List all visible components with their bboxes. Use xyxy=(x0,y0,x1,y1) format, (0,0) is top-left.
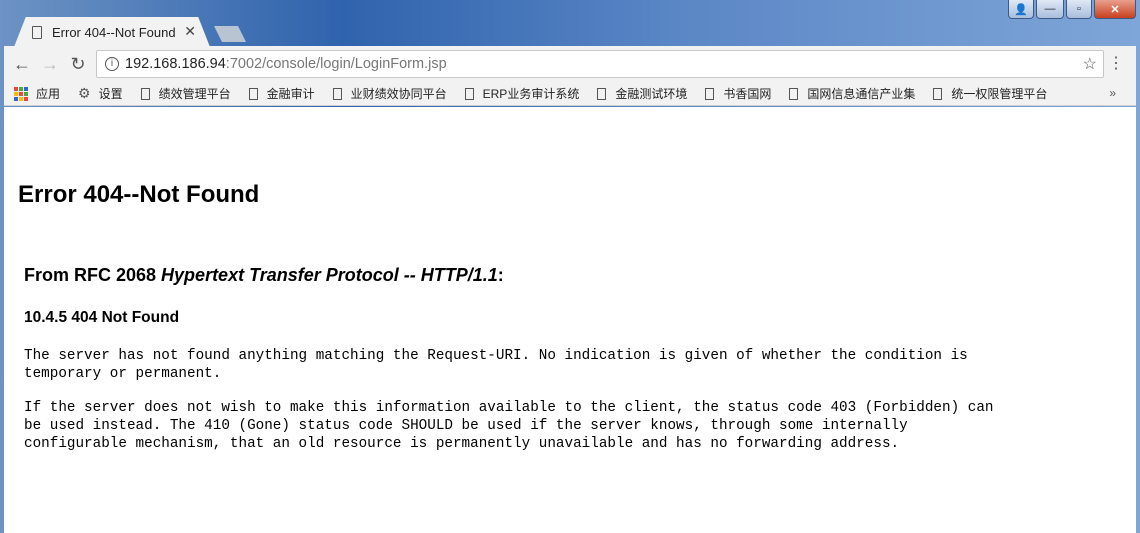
bookmark[interactable]: 国网信息通信产业集 xyxy=(789,85,915,102)
back-icon[interactable]: ← xyxy=(8,54,36,75)
minimize-button[interactable]: — xyxy=(1036,0,1064,19)
tab-active[interactable]: Error 404--Not Found ✕ xyxy=(14,17,210,47)
bookmark[interactable]: 金融测试环境 xyxy=(597,85,687,102)
bookmark-apps[interactable]: 应用 xyxy=(14,85,60,102)
address-bar[interactable]: i 192.168.186.94:7002/console/login/Logi… xyxy=(96,50,1104,78)
bookmark-label: 金融测试环境 xyxy=(615,87,688,101)
bookmark-label: 国网信息通信产业集 xyxy=(807,87,916,101)
bookmark-label: 应用 xyxy=(36,87,61,101)
bookmarks-bar: 应用 ⚙ 设置 绩效管理平台 金融审计 业财绩效协同平台 ERP业务审计系统 金融… xyxy=(4,82,1136,106)
page-content: Error 404--Not Found From RFC 2068 Hyper… xyxy=(4,107,1136,533)
bookmark[interactable]: 书香国网 xyxy=(705,85,771,102)
url-path: :7002/console/login/LoginForm.jsp xyxy=(225,56,447,72)
bookmark-label: 金融审计 xyxy=(266,87,315,101)
page-icon xyxy=(464,87,474,100)
gear-icon: ⚙ xyxy=(78,85,91,101)
rfc-prefix: From RFC 2068 xyxy=(24,265,162,285)
bookmark[interactable]: 业财绩效协同平台 xyxy=(332,85,447,102)
close-window-button[interactable]: ✕ xyxy=(1094,0,1136,19)
bookmark-label: 书香国网 xyxy=(723,87,772,101)
bookmark-label: 设置 xyxy=(98,87,123,101)
page-icon xyxy=(933,87,943,100)
paragraph-1: The server has not found anything matchi… xyxy=(24,348,968,382)
page-icon xyxy=(140,87,150,100)
bookmark[interactable]: 统一权限管理平台 xyxy=(933,85,1047,102)
page-icon xyxy=(597,87,607,100)
bookmark-label: 业财绩效协同平台 xyxy=(350,87,447,101)
rfc-title: Hypertext Transfer Protocol -- HTTP/1.1 xyxy=(161,265,498,285)
page-icon xyxy=(789,87,799,100)
page-icon xyxy=(705,87,715,100)
page-icon xyxy=(32,25,42,39)
tab-title: Error 404--Not Found xyxy=(52,24,176,40)
rfc-suffix: : xyxy=(497,265,504,285)
maximize-button[interactable]: ▫ xyxy=(1066,0,1092,19)
new-tab-button[interactable] xyxy=(214,26,246,42)
bookmarks-overflow-button[interactable]: » xyxy=(1109,86,1116,100)
rfc-heading: From RFC 2068 Hypertext Transfer Protoco… xyxy=(24,265,504,286)
bookmark-label: 绩效管理平台 xyxy=(158,87,231,101)
apps-icon xyxy=(14,86,28,101)
url-host: 192.168.186.94 xyxy=(125,56,226,72)
title-bar: Error 404--Not Found ✕ 👤 — ▫ ✕ xyxy=(0,0,1140,47)
bookmark-star-icon[interactable]: ☆ xyxy=(1083,54,1097,74)
bookmark-label: 统一权限管理平台 xyxy=(951,87,1048,101)
bookmark[interactable]: 金融审计 xyxy=(248,85,315,102)
section-heading: 10.4.5 404 Not Found xyxy=(24,309,180,326)
bookmark-settings[interactable]: ⚙ 设置 xyxy=(78,85,123,102)
toolbar: ← → ↻ i 192.168.186.94:7002/console/logi… xyxy=(4,46,1136,82)
menu-icon[interactable]: ⋮ xyxy=(1108,53,1124,73)
bookmark[interactable]: ERP业务审计系统 xyxy=(464,85,580,102)
page-icon xyxy=(332,87,342,100)
paragraph-2: If the server does not wish to make this… xyxy=(24,400,994,452)
page-icon xyxy=(248,87,258,100)
forward-icon[interactable]: → xyxy=(36,54,64,75)
close-tab-icon[interactable]: ✕ xyxy=(184,23,196,40)
page-title: Error 404--Not Found xyxy=(18,181,260,208)
reload-icon[interactable]: ↻ xyxy=(64,54,92,75)
user-icon[interactable]: 👤 xyxy=(1008,0,1034,19)
info-icon[interactable]: i xyxy=(105,57,119,71)
bookmark[interactable]: 绩效管理平台 xyxy=(140,85,231,102)
bookmark-label: ERP业务审计系统 xyxy=(482,87,580,101)
